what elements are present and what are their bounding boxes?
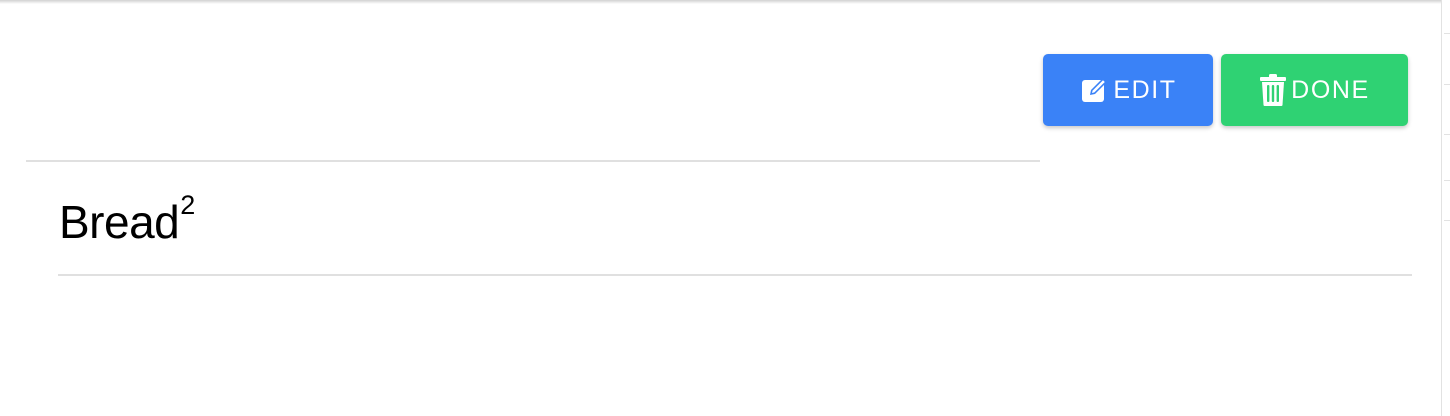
item-actions-toolbar: EDIT DONE xyxy=(1043,54,1408,126)
edit-square-icon xyxy=(1079,75,1109,105)
header-divider xyxy=(26,160,1040,162)
item-title: Bread2 xyxy=(59,190,195,249)
trash-icon xyxy=(1259,73,1287,107)
item-divider xyxy=(58,274,1412,276)
item-name: Bread xyxy=(59,196,180,248)
adjacent-panel-edge xyxy=(1441,0,1450,416)
edit-button-label: EDIT xyxy=(1113,75,1177,104)
edit-button[interactable]: EDIT xyxy=(1043,54,1213,126)
item-quantity: 2 xyxy=(180,190,195,220)
header-shadow xyxy=(0,0,1450,4)
done-button[interactable]: DONE xyxy=(1221,54,1408,126)
done-button-label: DONE xyxy=(1291,75,1370,104)
